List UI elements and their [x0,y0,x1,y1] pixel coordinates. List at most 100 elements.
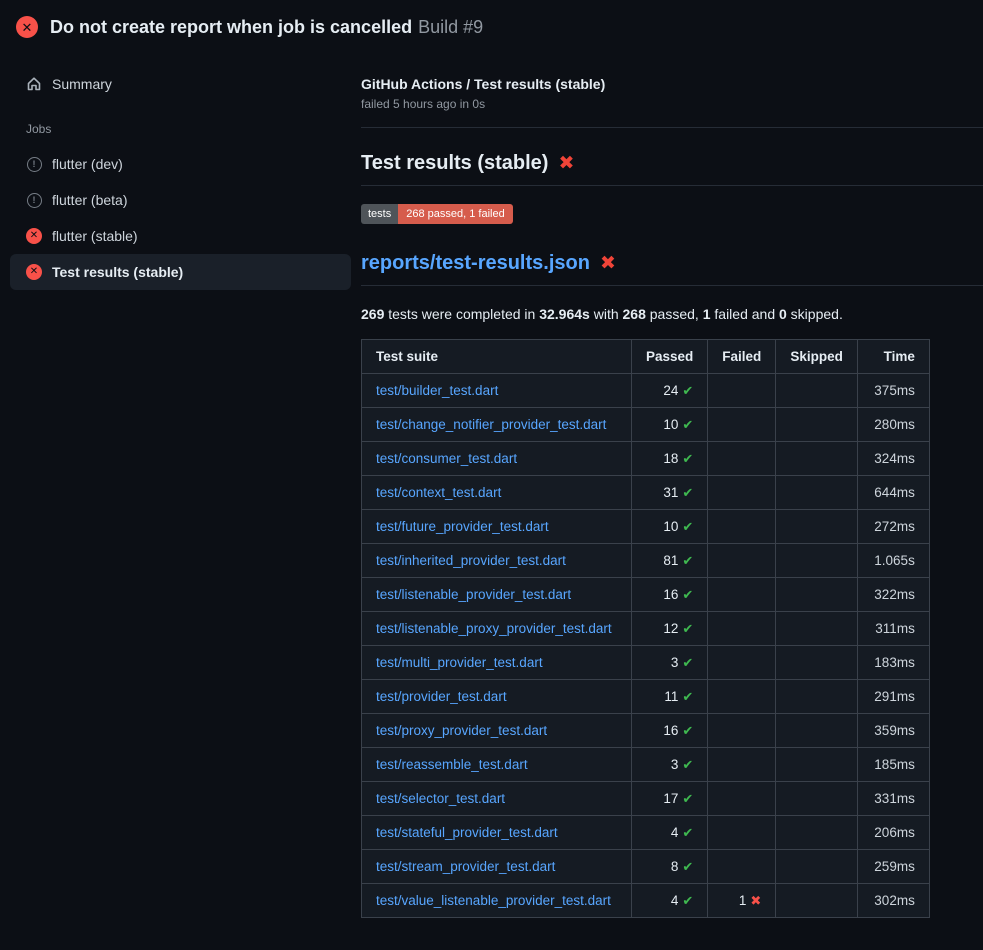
summary-text: passed, [646,306,703,322]
sidebar-item-summary[interactable]: Summary [10,66,361,102]
sidebar: Summary Jobs !flutter (dev)!flutter (bet… [0,52,361,290]
suite-cell: test/consumer_test.dart [362,442,632,476]
check-heading: Test results (stable) ✖ [361,152,983,186]
tests-badge-value: 268 passed, 1 failed [398,204,512,224]
table-row: test/multi_provider_test.dart3✔183ms [362,646,930,680]
x-circle-fill-icon: ✕ [16,16,38,38]
suite-cell: test/future_provider_test.dart [362,510,632,544]
suite-link[interactable]: test/provider_test.dart [376,689,507,704]
table-row: test/builder_test.dart24✔375ms [362,374,930,408]
suite-link[interactable]: test/value_listenable_provider_test.dart [376,893,611,908]
check-icon: ✔ [682,383,693,398]
passed-cell: 18✔ [632,442,708,476]
passed-count: 11 [664,689,678,704]
suite-link[interactable]: test/listenable_provider_test.dart [376,587,571,602]
check-icon: ✔ [682,485,693,500]
suite-link[interactable]: test/future_provider_test.dart [376,519,549,534]
passed-cell: 16✔ [632,714,708,748]
skipped-cell [776,850,858,884]
skipped-cell [776,782,858,816]
suite-link[interactable]: test/proxy_provider_test.dart [376,723,547,738]
column-header-passed: Passed [632,340,708,374]
passed-cell: 8✔ [632,850,708,884]
run-title: Do not create report when job is cancell… [50,17,412,37]
table-row: test/stream_provider_test.dart8✔259ms [362,850,930,884]
summary-text: failed and [711,306,780,322]
sidebar-item-job-3[interactable]: ✕Test results (stable) [10,254,351,290]
passed-count: 10 [663,519,678,534]
suite-link[interactable]: test/selector_test.dart [376,791,505,806]
failed-cell [708,374,776,408]
check-icon: ✔ [682,553,693,568]
passed-count: 4 [671,893,679,908]
skipped-cell [776,476,858,510]
time-cell: 359ms [857,714,929,748]
failed-cell [708,646,776,680]
passed-count: 17 [663,791,678,806]
check-run-header: ✕ Do not create report when job is cance… [0,0,983,52]
suite-link[interactable]: test/listenable_proxy_provider_test.dart [376,621,612,636]
table-row: test/inherited_provider_test.dart 81✔ 1.06… [362,544,930,578]
suite-cell: test/value_listenable_provider_test.dart [362,884,632,918]
sidebar-item-label: flutter (stable) [52,228,138,244]
check-icon: ✔ [682,621,693,636]
skipped-cell [776,578,858,612]
column-header-time: Time [857,340,929,374]
sidebar-item-label: flutter (beta) [52,192,127,208]
failed-cell [708,850,776,884]
time-cell: 183ms [857,646,929,680]
time-cell: 1.065s [857,544,929,578]
passed-cell: 81✔ [632,544,708,578]
suite-link[interactable]: test/inherited_provider_test.dart [376,553,566,568]
suite-link[interactable]: test/context_test.dart [376,485,501,500]
failed-cell [708,510,776,544]
failed-cell [708,748,776,782]
skipped-cell [776,442,858,476]
sidebar-item-job-0[interactable]: !flutter (dev) [10,146,361,182]
sidebar-item-label: flutter (dev) [52,156,123,172]
check-icon: ✔ [682,859,693,874]
suite-cell: test/provider_test.dart [362,680,632,714]
x-circle-fill-icon: ✕ [26,228,42,244]
report-heading-link[interactable]: reports/test-results.json [361,252,590,275]
passed-cell: 17✔ [632,782,708,816]
suite-cell: test/listenable_provider_test.dart [362,578,632,612]
time-cell: 322ms [857,578,929,612]
skipped-cell [776,374,858,408]
check-icon: ✔ [682,893,693,908]
suite-cell: test/stream_provider_test.dart [362,850,632,884]
suite-link[interactable]: test/consumer_test.dart [376,451,517,466]
suite-cell: test/builder_test.dart [362,374,632,408]
test-summary-line: 269 tests were completed in 32.964s with… [361,306,983,322]
divider [361,127,983,128]
time-cell: 324ms [857,442,929,476]
suite-link[interactable]: test/multi_provider_test.dart [376,655,543,670]
sidebar-item-job-1[interactable]: !flutter (beta) [10,182,361,218]
skipped-cell [776,714,858,748]
passed-count: 31 [663,485,678,500]
passed-count: 18 [663,451,678,466]
passed-cell: 16✔ [632,578,708,612]
passed-count: 3 [671,655,679,670]
home-icon [26,76,42,92]
fail-x-icon: ✖ [558,154,574,173]
passed-count: 10 [663,417,678,432]
summary-number: 1 [703,306,711,322]
suite-link[interactable]: test/reassemble_test.dart [376,757,528,772]
suite-link[interactable]: test/stateful_provider_test.dart [376,825,558,840]
suite-link[interactable]: test/stream_provider_test.dart [376,859,555,874]
time-cell: 302ms [857,884,929,918]
sidebar-item-label: Test results (stable) [52,264,183,280]
table-row: test/proxy_provider_test.dart 16✔ 359ms [362,714,930,748]
passed-count: 16 [663,723,678,738]
sidebar-item-job-2[interactable]: ✕ flutter (stable) [10,218,361,254]
fail-x-icon: ✖ [600,254,616,273]
check-icon: ✔ [682,757,693,772]
time-cell: 331ms [857,782,929,816]
suite-link[interactable]: test/change_notifier_provider_test.dart [376,417,606,432]
passed-count: 3 [671,757,679,772]
suite-link[interactable]: test/builder_test.dart [376,383,498,398]
check-icon: ✔ [682,519,693,534]
column-header-test-suite: Test suite [362,340,632,374]
tests-badge: tests 268 passed, 1 failed [361,204,513,224]
